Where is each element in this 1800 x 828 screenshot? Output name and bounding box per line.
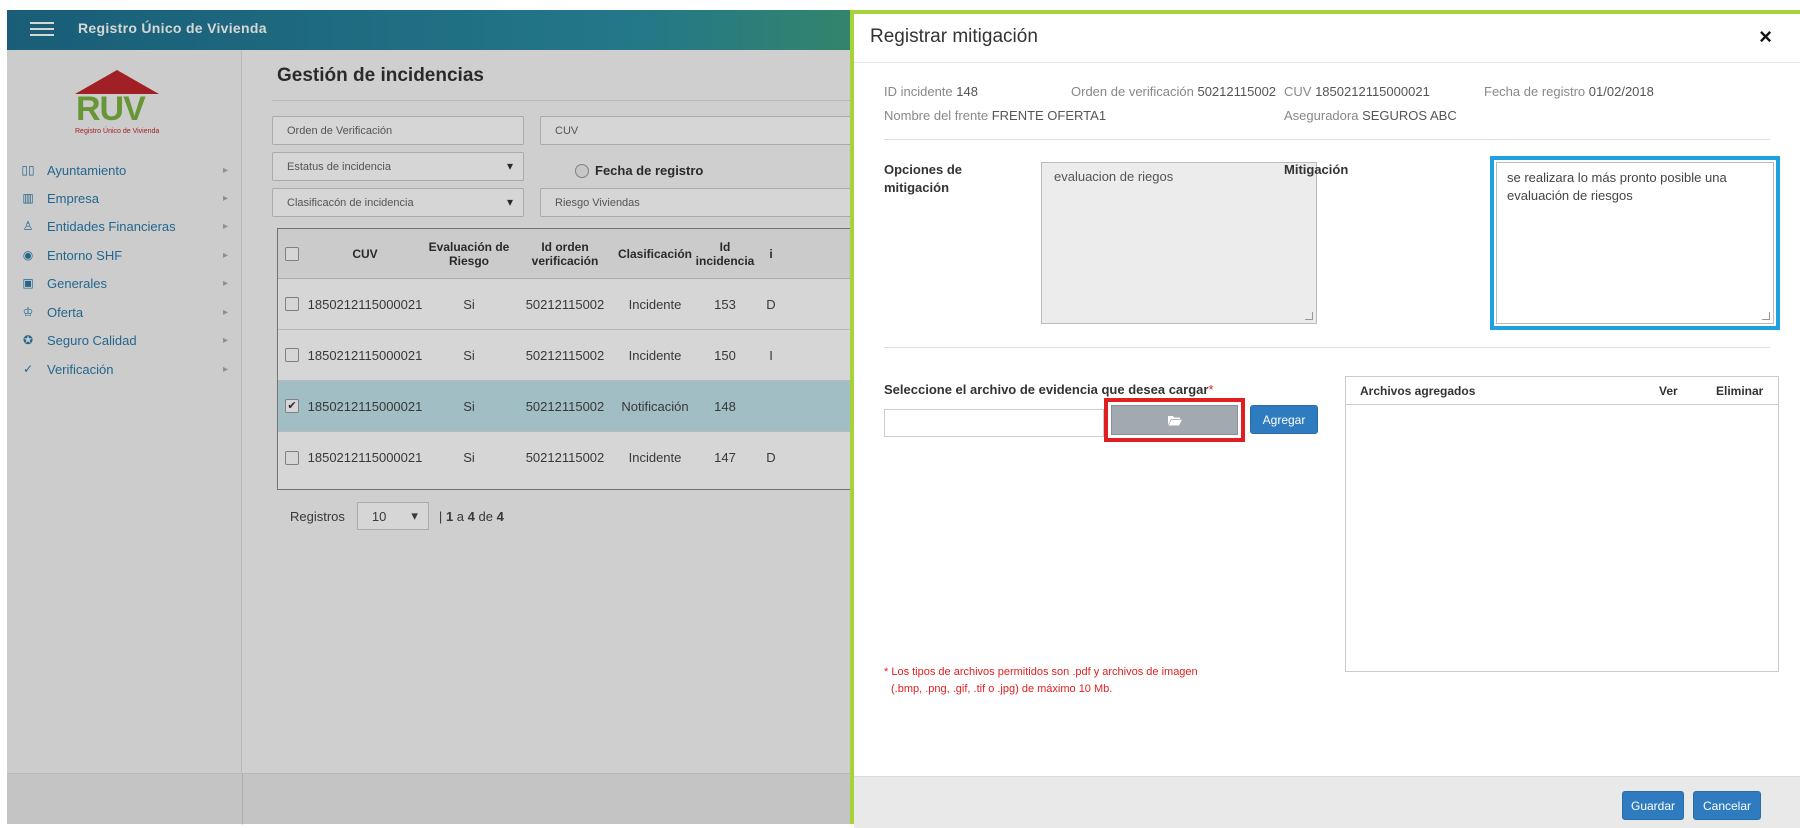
col-ver: Ver — [1659, 384, 1678, 398]
resize-handle-icon[interactable] — [1305, 312, 1313, 320]
nombre-frente-info: Nombre del frente FRENTE OFERTA1 — [884, 108, 1106, 123]
folder-open-icon — [1167, 415, 1182, 425]
divider — [854, 62, 1800, 63]
agregar-button[interactable]: Agregar — [1250, 405, 1318, 434]
nombre-frente-value: FRENTE OFERTA1 — [991, 108, 1107, 123]
file-types-note: * Los tipos de archivos permitidos son .… — [884, 664, 1304, 698]
cuv-value: 1850212115000021 — [1315, 84, 1430, 99]
mitigacion-label: Mitigación — [1284, 162, 1349, 177]
col-eliminar: Eliminar — [1716, 384, 1764, 398]
aseguradora-value: SEGUROS ABC — [1362, 108, 1457, 123]
fecha-registro-label: Fecha de registro — [1484, 84, 1586, 99]
guardar-button[interactable]: Guardar — [1622, 791, 1684, 820]
archivo-evidencia-text: Seleccione el archivo de evidencia que d… — [884, 382, 1209, 397]
modal-backdrop[interactable] — [7, 10, 850, 824]
aseguradora-label: Aseguradora — [1284, 108, 1359, 123]
divider — [884, 347, 1770, 348]
modal-title: Registrar mitigación — [870, 26, 1038, 47]
nombre-frente-label: Nombre del frente — [884, 108, 989, 123]
cuv-info: CUV 1850212115000021 — [1284, 84, 1430, 99]
orden-verificacion-label: Orden de verificación — [1071, 84, 1194, 99]
registrar-mitigacion-modal: Registrar mitigación × ID incidente 148 … — [850, 10, 1800, 828]
browse-file-button[interactable] — [1111, 405, 1238, 435]
cuv-label: CUV — [1284, 84, 1312, 99]
orden-verificacion-value: 50212115002 — [1197, 84, 1277, 99]
archivo-evidencia-label: Seleccione el archivo de evidencia que d… — [884, 381, 1214, 399]
opciones-mitigacion-field[interactable]: evaluacion de riegos — [1041, 162, 1317, 324]
cancelar-button[interactable]: Cancelar — [1693, 791, 1761, 820]
orden-verificacion-info: Orden de verificación 50212115002 — [1071, 84, 1276, 99]
close-icon[interactable]: × — [1759, 24, 1772, 50]
file-types-note-line1: * Los tipos de archivos permitidos son .… — [884, 666, 1198, 678]
opciones-mitigacion-label: Opciones de mitigación — [884, 162, 963, 195]
modal-footer: Guardar Cancelar — [854, 776, 1800, 828]
resize-handle-icon[interactable] — [1762, 312, 1770, 320]
browse-highlight — [1104, 398, 1245, 442]
id-incidente-value: 148 — [956, 84, 978, 99]
mitigacion-highlight: se realizara lo más pronto posible una e… — [1490, 156, 1780, 330]
aseguradora-info: Aseguradora SEGUROS ABC — [1284, 108, 1457, 123]
col-archivos: Archivos agregados — [1360, 384, 1476, 398]
mitigacion-value: se realizara lo más pronto posible una e… — [1507, 170, 1727, 203]
mitigacion-textarea[interactable]: se realizara lo más pronto posible una e… — [1496, 162, 1774, 324]
file-types-note-line2: (.bmp, .png, .gif, .tif o .jpg) de máxim… — [891, 683, 1113, 695]
id-incidente-info: ID incidente 148 — [884, 84, 978, 99]
archivos-table-header: Archivos agregados Ver Eliminar — [1346, 377, 1778, 405]
fecha-registro-value: 01/02/2018 — [1588, 84, 1654, 99]
archivos-agregados-table: Archivos agregados Ver Eliminar — [1345, 376, 1779, 672]
file-path-input[interactable] — [884, 409, 1104, 437]
id-incidente-label: ID incidente — [884, 84, 953, 99]
required-mark: * — [1208, 382, 1214, 397]
fecha-registro-info: Fecha de registro 01/02/2018 — [1484, 84, 1654, 99]
opciones-mitigacion-value: evaluacion de riegos — [1054, 169, 1174, 184]
divider — [884, 139, 1770, 140]
